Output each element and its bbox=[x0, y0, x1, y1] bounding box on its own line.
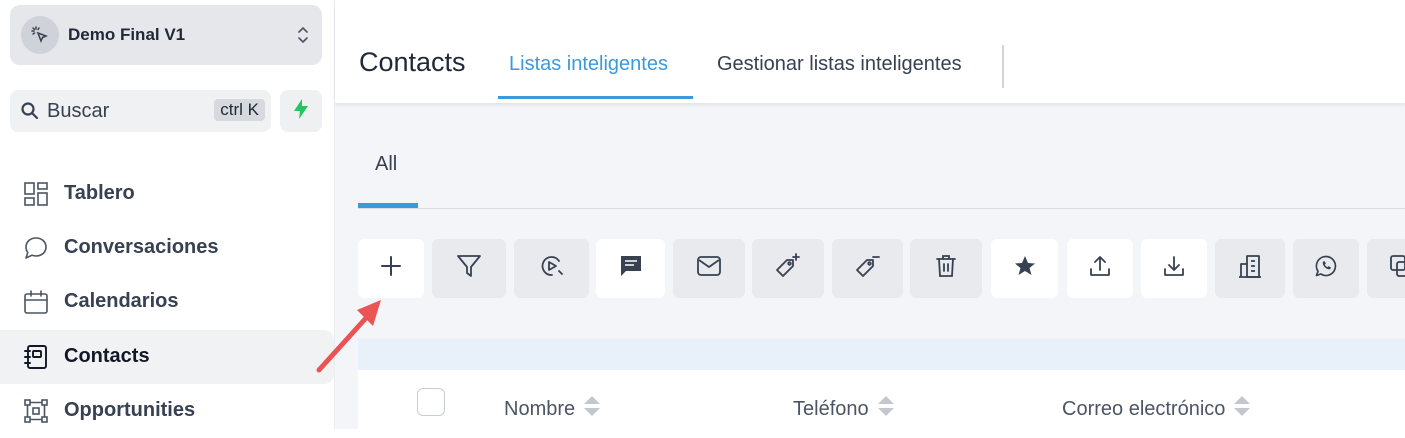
tag-plus-icon bbox=[774, 252, 802, 285]
workspace-name: Demo Final V1 bbox=[68, 25, 186, 44]
tag-minus-icon bbox=[854, 252, 882, 285]
sidebar-item-label: Contacts bbox=[64, 345, 150, 367]
add-to-workflow-button[interactable] bbox=[514, 239, 589, 298]
search-shortcut-badge: ctrl K bbox=[214, 99, 265, 121]
building-icon bbox=[1237, 253, 1263, 284]
import-button[interactable] bbox=[1141, 239, 1207, 298]
subtab-divider bbox=[358, 208, 1405, 209]
sidebar-item-opportunities[interactable]: Opportunities bbox=[0, 384, 334, 438]
whatsapp-button[interactable] bbox=[1293, 239, 1359, 298]
active-tab-indicator bbox=[498, 96, 693, 99]
sidebar-item-label: Conversaciones bbox=[64, 236, 219, 258]
search-placeholder: Buscar bbox=[47, 100, 110, 122]
message-icon bbox=[619, 254, 643, 283]
sort-icon[interactable] bbox=[877, 394, 895, 424]
column-header-correo[interactable]: Correo electrónico bbox=[1062, 394, 1251, 424]
sidebar-item-conversaciones[interactable]: Conversaciones bbox=[0, 221, 334, 275]
remove-tag-button[interactable] bbox=[832, 239, 903, 298]
cursor-click-icon bbox=[21, 16, 59, 54]
opportunities-icon bbox=[23, 398, 49, 424]
dashboard-icon bbox=[23, 181, 49, 207]
main-content: Contacts Listas inteligentes Gestionar l… bbox=[334, 0, 1405, 429]
quick-action-button[interactable] bbox=[280, 90, 322, 132]
sidebar-item-contacts[interactable]: Contacts bbox=[0, 330, 334, 384]
sidebar-item-calendarios[interactable]: Calendarios bbox=[0, 275, 334, 329]
upload-icon bbox=[1088, 254, 1112, 283]
bolt-icon bbox=[291, 98, 311, 125]
tab-all[interactable]: All bbox=[375, 153, 397, 176]
sidebar-item-label: Calendarios bbox=[64, 290, 179, 312]
column-header-nombre[interactable]: Nombre bbox=[504, 394, 601, 424]
trash-icon bbox=[935, 254, 957, 283]
contacts-book-icon bbox=[23, 344, 49, 370]
delete-button[interactable] bbox=[910, 239, 982, 298]
sidebar-item-tablero[interactable]: Tablero bbox=[0, 167, 334, 221]
column-header-telefono[interactable]: Teléfono bbox=[793, 394, 895, 424]
tab-gestionar-listas[interactable]: Gestionar listas inteligentes bbox=[717, 53, 962, 76]
chat-bubble-icon bbox=[23, 235, 49, 261]
filter-icon bbox=[456, 253, 482, 284]
add-contact-button[interactable] bbox=[358, 239, 424, 298]
send-sms-button[interactable] bbox=[596, 239, 665, 298]
export-button[interactable] bbox=[1067, 239, 1133, 298]
review-request-button[interactable] bbox=[991, 239, 1058, 298]
workflow-play-icon bbox=[539, 253, 565, 284]
copy-icon bbox=[1389, 254, 1405, 283]
sidebar: Demo Final V1 Buscar ctrl K Tablero Conv… bbox=[0, 0, 334, 429]
star-icon bbox=[1013, 254, 1037, 283]
sidebar-item-label: Tablero bbox=[64, 182, 135, 204]
column-label: Correo electrónico bbox=[1062, 397, 1226, 420]
column-label: Nombre bbox=[504, 397, 576, 420]
tab-listas-inteligentes[interactable]: Listas inteligentes bbox=[509, 53, 668, 76]
sort-icon[interactable] bbox=[583, 394, 601, 424]
workspace-switcher[interactable]: Demo Final V1 bbox=[10, 5, 322, 65]
mail-icon bbox=[696, 255, 722, 282]
chevron-updown-icon[interactable] bbox=[296, 23, 310, 52]
send-email-button[interactable] bbox=[673, 239, 745, 298]
add-tag-button[interactable] bbox=[752, 239, 824, 298]
column-label: Teléfono bbox=[793, 397, 869, 420]
page-title: Contacts bbox=[359, 47, 466, 77]
company-button[interactable] bbox=[1215, 239, 1285, 298]
search-icon bbox=[20, 101, 40, 126]
header-divider bbox=[1002, 45, 1004, 88]
sort-icon[interactable] bbox=[1233, 394, 1251, 424]
whatsapp-icon bbox=[1314, 254, 1338, 283]
page-header: Contacts Listas inteligentes Gestionar l… bbox=[335, 0, 1405, 103]
select-all-checkbox[interactable] bbox=[417, 388, 445, 416]
search-box[interactable]: Buscar ctrl K bbox=[10, 90, 271, 132]
sidebar-item-label: Opportunities bbox=[64, 399, 196, 421]
calendar-icon bbox=[23, 289, 49, 315]
download-icon bbox=[1162, 254, 1186, 283]
selection-bar bbox=[358, 338, 1405, 370]
plus-icon bbox=[379, 254, 403, 283]
filter-button[interactable] bbox=[432, 239, 506, 298]
merge-button[interactable] bbox=[1367, 239, 1405, 298]
table-header: Nombre Teléfono Correo electrónico bbox=[358, 370, 1405, 429]
